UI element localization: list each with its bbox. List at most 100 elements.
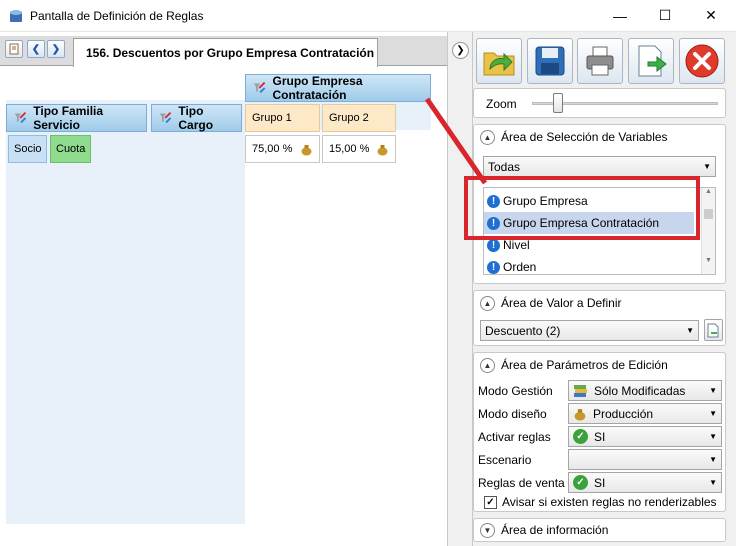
param-label: Modo diseño xyxy=(478,407,547,421)
row-header-tipo-familia-servicio[interactable]: Tipo Familia Servicio xyxy=(6,104,147,132)
info-panel: ▼ Área de información xyxy=(473,518,726,542)
print-icon xyxy=(586,46,614,76)
dropdown-arrow-icon: ▼ xyxy=(709,409,717,418)
row-value-label: Cuota xyxy=(56,143,86,155)
variable-item[interactable]: ! Orden xyxy=(484,256,715,274)
param-value: SI xyxy=(594,429,606,444)
save-button[interactable] xyxy=(527,38,573,84)
value-select[interactable]: Descuento (2) ▼ xyxy=(480,320,699,341)
dropdown-arrow-icon: ▼ xyxy=(709,432,717,441)
title-bar: Pantalla de Definición de Reglas — ☐ ✕ xyxy=(0,0,736,32)
info-icon: ! xyxy=(487,238,500,252)
row-header-label: Tipo Cargo xyxy=(178,104,214,132)
row-header-label: Tipo Familia Servicio xyxy=(33,104,104,132)
row-value-cuota[interactable]: Cuota xyxy=(50,135,91,163)
variable-label: Grupo Empresa Contratación xyxy=(503,216,660,230)
variables-title: Área de Selección de Variables xyxy=(501,130,668,144)
scroll-down-icon: ▼ xyxy=(705,257,712,264)
tab-rule-156[interactable]: 156. Descuentos por Grupo Empresa Contra… xyxy=(73,38,378,67)
save-icon xyxy=(535,46,565,76)
variables-header[interactable]: ▲ Área de Selección de Variables xyxy=(474,125,725,149)
filter-icon xyxy=(159,111,172,124)
modo-diseno-select[interactable]: Producción ▼ xyxy=(568,403,722,424)
check-icon: ✓ xyxy=(573,429,588,444)
close-icon xyxy=(685,44,719,78)
chevron-down-icon: ▼ xyxy=(480,522,495,538)
zoom-panel: Zoom xyxy=(473,88,726,118)
money-bag-icon xyxy=(301,144,312,155)
collapse-panel-button[interactable]: ❯ xyxy=(452,42,469,59)
data-cell-value: 15,00 % xyxy=(329,143,370,155)
avisar-reglas-checkbox[interactable]: ✓ xyxy=(484,495,497,509)
window-title: Pantalla de Definición de Reglas xyxy=(30,9,204,23)
column-header-label: Grupo Empresa Contratación xyxy=(272,74,363,102)
params-header[interactable]: ▲ Área de Parámetros de Edición xyxy=(474,353,725,377)
param-label: Activar reglas xyxy=(478,430,551,444)
data-cell[interactable]: 75,00 % xyxy=(245,135,320,163)
column-header-grupo-empresa-contratacion[interactable]: Grupo Empresa Contratación xyxy=(245,74,431,102)
info-icon: ! xyxy=(487,260,500,274)
value-select-value: Descuento (2) xyxy=(485,323,561,338)
variable-item-selected[interactable]: ! Grupo Empresa Contratación xyxy=(484,212,694,234)
info-header[interactable]: ▼ Área de información xyxy=(474,519,725,541)
avisar-reglas-checkbox-row[interactable]: ✓ Avisar si existen reglas no renderizab… xyxy=(484,495,717,509)
column-group-label: Grupo 2 xyxy=(329,112,369,124)
row-value-label: Socio xyxy=(14,143,42,155)
params-panel: ▲ Área de Parámetros de Edición Modo Ges… xyxy=(473,352,726,512)
row-header-tipo-cargo[interactable]: Tipo Cargo xyxy=(151,104,242,132)
data-cell-value: 75,00 % xyxy=(252,143,293,155)
chevron-up-icon: ▲ xyxy=(480,357,495,373)
param-value: Sólo Modificadas xyxy=(594,383,686,398)
next-tab-button[interactable]: ❯ xyxy=(47,40,65,58)
info-icon: ! xyxy=(487,194,500,208)
escenario-select[interactable]: ▼ xyxy=(568,449,722,470)
info-icon: ! xyxy=(487,216,500,230)
app-icon xyxy=(10,10,22,22)
scroll-up-icon: ▲ xyxy=(705,188,712,195)
maximize-button[interactable]: ☐ xyxy=(642,0,688,31)
dropdown-arrow-icon: ▼ xyxy=(709,455,717,464)
variable-label: Orden xyxy=(503,260,537,274)
export-button[interactable] xyxy=(628,38,674,84)
panel-splitter[interactable] xyxy=(447,32,473,546)
print-button[interactable] xyxy=(577,38,623,84)
minimize-button[interactable]: — xyxy=(597,0,643,31)
data-cell[interactable]: 15,00 % xyxy=(322,135,396,163)
dropdown-arrow-icon: ▼ xyxy=(709,386,717,395)
dropdown-arrow-icon: ▼ xyxy=(686,326,694,335)
close-button[interactable] xyxy=(679,38,725,84)
value-header[interactable]: ▲ Área de Valor a Definir xyxy=(474,291,725,315)
money-bag-icon xyxy=(574,408,586,420)
filter-icon xyxy=(253,81,266,94)
row-value-socio[interactable]: Socio xyxy=(8,135,47,163)
column-group-label: Grupo 1 xyxy=(252,112,292,124)
param-label: Modo Gestión xyxy=(478,384,553,398)
row-zone xyxy=(6,100,245,524)
zoom-label: Zoom xyxy=(486,97,517,111)
document-list-icon[interactable] xyxy=(5,40,23,58)
checkbox-label: Avisar si existen reglas no renderizable… xyxy=(502,495,717,509)
value-title: Área de Valor a Definir xyxy=(501,296,622,310)
export-icon xyxy=(638,45,667,77)
variable-label: Grupo Empresa xyxy=(503,194,588,208)
prev-tab-button[interactable]: ❮ xyxy=(27,40,45,58)
variable-item[interactable]: ! Nivel xyxy=(484,234,715,256)
dropdown-arrow-icon: ▼ xyxy=(709,478,717,487)
param-value: Producción xyxy=(593,406,654,421)
column-group-cell[interactable]: Grupo 2 xyxy=(322,104,396,132)
modo-gestion-select[interactable]: Sólo Modificadas ▼ xyxy=(568,380,722,401)
close-window-button[interactable]: ✕ xyxy=(688,0,734,31)
edit-value-button[interactable] xyxy=(704,319,723,341)
info-title: Área de información xyxy=(501,523,609,537)
reglas-venta-select[interactable]: ✓ SI ▼ xyxy=(568,472,722,493)
dropdown-arrow-icon: ▼ xyxy=(703,162,711,171)
variable-item[interactable]: ! Grupo Empresa xyxy=(484,190,715,212)
zoom-slider[interactable] xyxy=(553,93,564,113)
scroll-thumb[interactable] xyxy=(704,209,713,219)
open-button[interactable] xyxy=(476,38,522,84)
variables-filter-select[interactable]: Todas ▼ xyxy=(483,156,716,177)
activar-reglas-select[interactable]: ✓ SI ▼ xyxy=(568,426,722,447)
column-group-cell[interactable]: Grupo 1 xyxy=(245,104,320,132)
list-scrollbar[interactable]: ▲ ▼ xyxy=(701,188,715,274)
document-edit-icon xyxy=(707,323,719,337)
